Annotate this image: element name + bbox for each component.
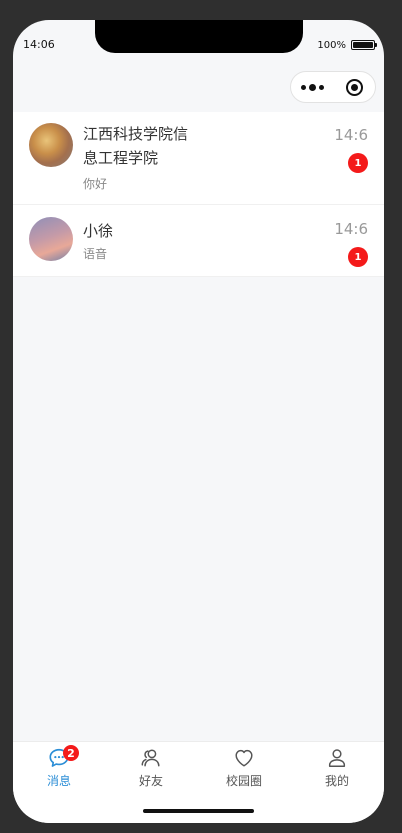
chat-time: 14:6 (334, 220, 368, 238)
friends-icon (141, 749, 160, 767)
status-time: 14:06 (23, 38, 55, 51)
avatar (29, 217, 73, 261)
chat-time: 14:6 (334, 126, 368, 144)
chat-last-message: 语音 (83, 247, 108, 261)
chat-list-item[interactable]: 江西科技学院信息工程学院 你好 14:6 1 (13, 112, 384, 205)
battery-icon (351, 40, 377, 50)
chat-name: 江西科技学院信息工程学院 (83, 125, 189, 167)
chat-list: 江西科技学院信息工程学院 你好 14:6 1 小徐 语音 14:6 1 (13, 112, 384, 277)
tab-label: 校园圈 (225, 774, 262, 788)
tab-messages[interactable]: 2 消息 (13, 745, 105, 791)
tab-mine[interactable]: 我的 (291, 747, 383, 791)
battery-percent: 100% (317, 40, 346, 51)
target-icon (345, 78, 363, 96)
more-button[interactable] (291, 72, 333, 102)
phone-screen: 14:06 100% 江西科技学院信息工程学院 你好 14:6 1 小徐 语音 … (13, 20, 384, 823)
chat-list-item[interactable]: 小徐 语音 14:6 1 (13, 205, 384, 277)
home-indicator (143, 809, 254, 813)
tab-label: 消息 (46, 774, 71, 788)
unread-badge: 1 (348, 247, 368, 267)
tab-campus-circle[interactable]: 校园圈 (198, 747, 290, 791)
tab-friends[interactable]: 好友 (105, 747, 197, 791)
avatar (29, 123, 73, 167)
chat-name: 小徐 (83, 222, 114, 240)
heart-icon (235, 749, 253, 767)
more-dots-icon-right (318, 84, 324, 90)
tab-badge: 2 (63, 745, 79, 761)
unread-badge: 1 (348, 153, 368, 173)
notch (95, 20, 303, 53)
mini-program-capsule (290, 71, 376, 103)
chat-last-message: 你好 (83, 177, 108, 191)
close-mini-program-button[interactable] (333, 72, 375, 102)
more-dots-icon-center (308, 83, 316, 91)
more-dots-icon (300, 84, 306, 90)
tab-label: 好友 (138, 774, 163, 788)
tab-label: 我的 (324, 774, 349, 788)
user-icon (328, 749, 346, 767)
